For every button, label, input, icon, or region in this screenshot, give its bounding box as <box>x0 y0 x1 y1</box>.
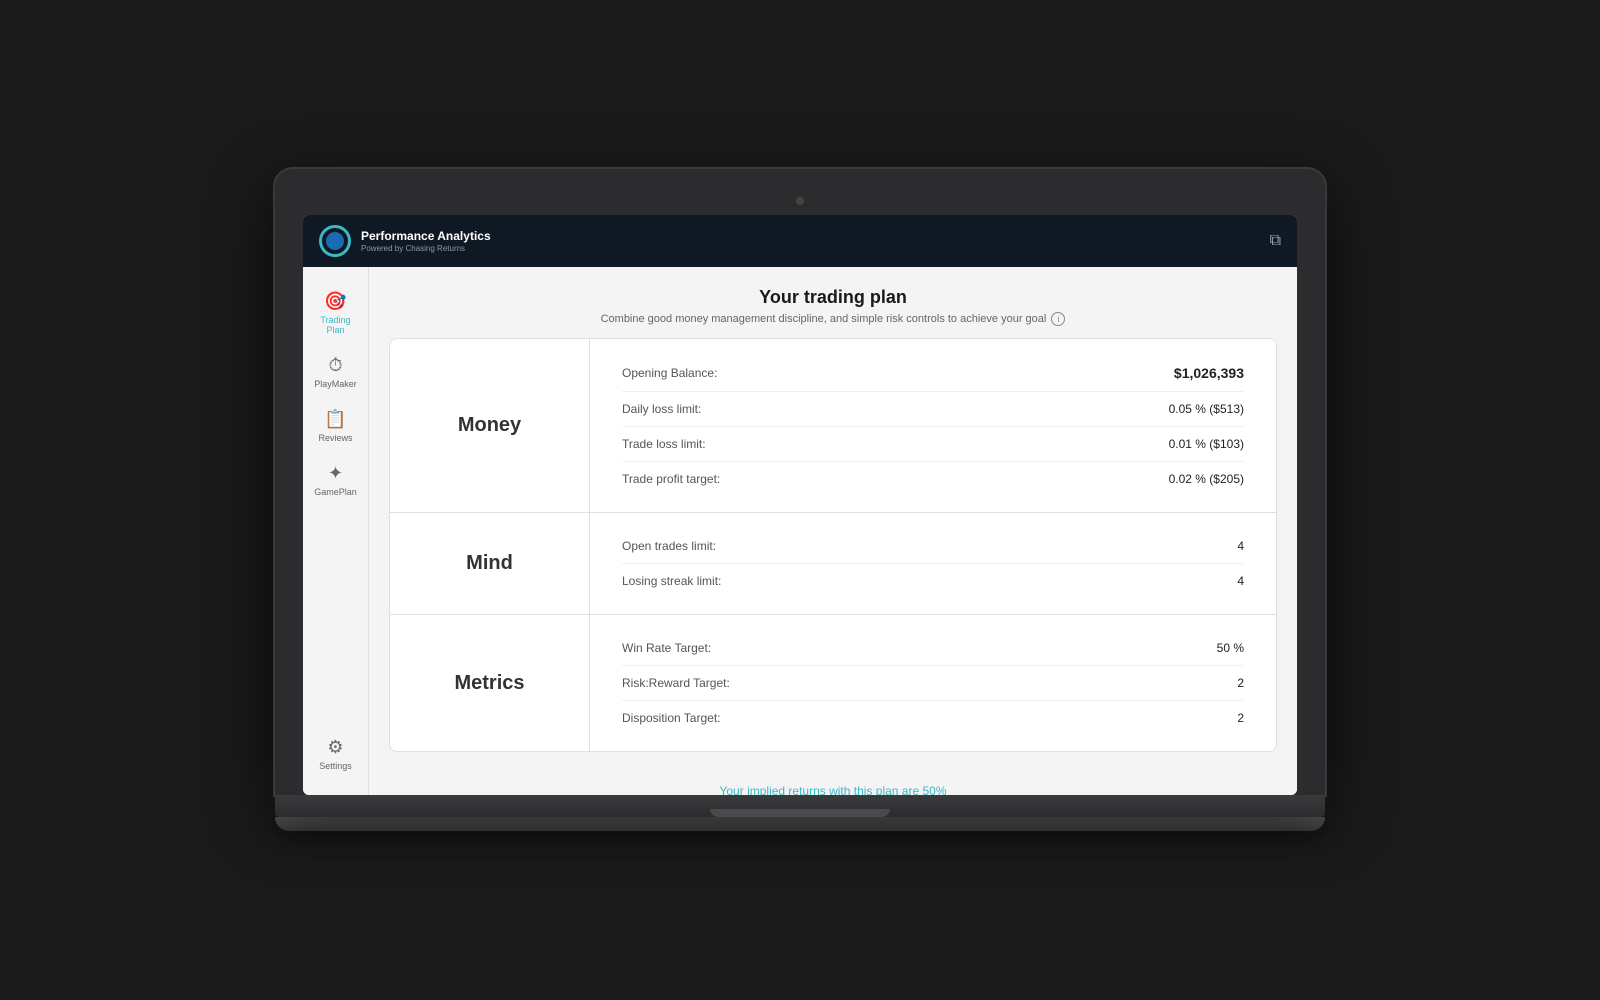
trade-loss-row: Trade loss limit: 0.01 % ($103) <box>622 427 1244 462</box>
sidebar: 🎯 TradingPlan ⏱ PlayMaker 📋 Reviews ✦ Ga… <box>303 267 369 795</box>
implied-returns-text: Your implied returns with this plan are … <box>389 784 1277 795</box>
money-section: Money Opening Balance: $1,026,393 Daily … <box>389 338 1277 512</box>
playmaker-icon: ⏱ <box>328 355 342 376</box>
trading-sections: Money Opening Balance: $1,026,393 Daily … <box>369 338 1297 772</box>
trading-footer: Your implied returns with this plan are … <box>369 772 1297 795</box>
trading-plan-label: TradingPlan <box>320 315 350 335</box>
win-rate-row: Win Rate Target: 50 % <box>622 631 1244 666</box>
external-link-icon[interactable]: ⧉ <box>1270 232 1281 250</box>
settings-icon: ⚙ <box>327 737 343 758</box>
sidebar-item-gameplan[interactable]: ✦ GamePlan <box>308 455 364 505</box>
main-content: Your trading plan Combine good money man… <box>369 267 1297 795</box>
daily-loss-row: Daily loss limit: 0.05 % ($513) <box>622 392 1244 427</box>
sidebar-item-settings[interactable]: ⚙ Settings <box>308 729 364 779</box>
info-icon[interactable]: i <box>1051 312 1065 326</box>
win-rate-value: 50 % <box>1217 641 1244 655</box>
settings-label: Settings <box>319 761 352 771</box>
app-header: Performance Analytics Powered by Chasing… <box>303 215 1297 267</box>
mind-section: Mind Open trades limit: 4 Losing streak … <box>389 512 1277 614</box>
losing-streak-value: 4 <box>1237 574 1244 588</box>
page-subtitle: Combine good money management discipline… <box>389 312 1277 326</box>
daily-loss-value: 0.05 % ($513) <box>1169 402 1244 416</box>
open-trades-row: Open trades limit: 4 <box>622 529 1244 564</box>
metrics-fields: Win Rate Target: 50 % Risk:Reward Target… <box>590 615 1276 751</box>
laptop-container: Performance Analytics Powered by Chasing… <box>275 169 1325 831</box>
app-body: 🎯 TradingPlan ⏱ PlayMaker 📋 Reviews ✦ Ga… <box>303 267 1297 795</box>
logo-regular: Performance <box>361 229 437 243</box>
opening-balance-label: Opening Balance: <box>622 366 717 380</box>
mind-fields: Open trades limit: 4 Losing streak limit… <box>590 513 1276 614</box>
sidebar-item-playmaker[interactable]: ⏱ PlayMaker <box>308 347 364 397</box>
logo-area: Performance Analytics Powered by Chasing… <box>319 225 491 257</box>
screen: Performance Analytics Powered by Chasing… <box>303 215 1297 795</box>
trade-profit-row: Trade profit target: 0.02 % ($205) <box>622 462 1244 496</box>
opening-balance-value: $1,026,393 <box>1174 365 1244 381</box>
page-title: Your trading plan <box>389 287 1277 308</box>
risk-reward-row: Risk:Reward Target: 2 <box>622 666 1244 701</box>
trade-loss-label: Trade loss limit: <box>622 437 706 451</box>
sidebar-item-reviews[interactable]: 📋 Reviews <box>308 401 364 451</box>
logo-title: Performance Analytics <box>361 229 491 243</box>
metrics-label: Metrics <box>390 615 590 751</box>
disposition-label: Disposition Target: <box>622 711 721 725</box>
gameplan-icon: ✦ <box>328 463 343 484</box>
reviews-label: Reviews <box>318 433 352 443</box>
mind-label: Mind <box>390 513 590 614</box>
money-fields: Opening Balance: $1,026,393 Daily loss l… <box>590 339 1276 512</box>
open-trades-label: Open trades limit: <box>622 539 716 553</box>
reviews-icon: 📋 <box>324 409 346 430</box>
opening-balance-row: Opening Balance: $1,026,393 <box>622 355 1244 392</box>
open-trades-value: 4 <box>1237 539 1244 553</box>
logo-bold: Analytics <box>437 229 490 243</box>
logo-icon <box>319 225 351 257</box>
losing-streak-label: Losing streak limit: <box>622 574 721 588</box>
trade-profit-label: Trade profit target: <box>622 472 720 486</box>
laptop-stand <box>275 817 1325 831</box>
logo-text: Performance Analytics Powered by Chasing… <box>361 229 491 252</box>
trade-loss-value: 0.01 % ($103) <box>1169 437 1244 451</box>
money-label: Money <box>390 339 590 512</box>
risk-reward-label: Risk:Reward Target: <box>622 676 730 690</box>
trading-plan-icon: 🎯 <box>324 291 346 312</box>
metrics-section: Metrics Win Rate Target: 50 % Risk:Rewar… <box>389 614 1277 752</box>
trade-profit-value: 0.02 % ($205) <box>1169 472 1244 486</box>
camera <box>796 197 804 205</box>
page-header: Your trading plan Combine good money man… <box>369 267 1297 338</box>
disposition-row: Disposition Target: 2 <box>622 701 1244 735</box>
logo-subtitle: Powered by Chasing Returns <box>361 244 491 253</box>
playmaker-label: PlayMaker <box>314 379 357 389</box>
risk-reward-value: 2 <box>1237 676 1244 690</box>
daily-loss-label: Daily loss limit: <box>622 402 701 416</box>
laptop-base <box>275 795 1325 817</box>
disposition-value: 2 <box>1237 711 1244 725</box>
win-rate-label: Win Rate Target: <box>622 641 711 655</box>
sidebar-item-trading-plan[interactable]: 🎯 TradingPlan <box>308 283 364 343</box>
screen-bezel: Performance Analytics Powered by Chasing… <box>275 169 1325 795</box>
gameplan-label: GamePlan <box>314 487 357 497</box>
losing-streak-row: Losing streak limit: 4 <box>622 564 1244 598</box>
